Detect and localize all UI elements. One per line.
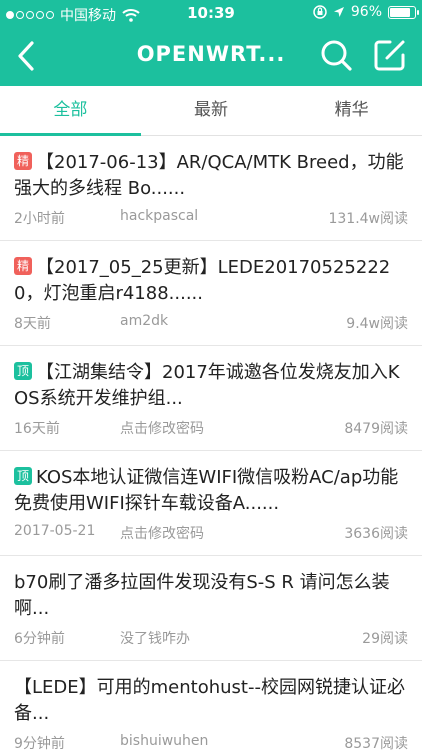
post-author: am2dk bbox=[120, 313, 169, 329]
post-author: 点击修改密码 bbox=[120, 526, 204, 542]
featured-badge: 精 bbox=[14, 257, 32, 275]
post-title-text: b70刷了潘多拉固件发现没有S-S R 请问怎么装啊... bbox=[14, 572, 390, 619]
post-time: 8天前 bbox=[14, 316, 51, 332]
compose-icon[interactable] bbox=[372, 37, 408, 73]
post-read-count: 9.4w阅读 bbox=[346, 316, 408, 332]
battery-percent: 96% bbox=[350, 4, 382, 20]
post-item[interactable]: b70刷了潘多拉固件发现没有S-S R 请问怎么装啊... 6分钟前 没了钱咋办… bbox=[0, 556, 422, 661]
post-item[interactable]: 精【2017_05_25更新】LEDE201705252220，灯泡重启r418… bbox=[0, 241, 422, 346]
post-title-text: 【江湖集结令】2017年诚邀各位发烧友加入KOS系统开发维护组... bbox=[14, 362, 400, 409]
post-time: 2017-05-21 bbox=[14, 523, 96, 539]
post-title[interactable]: 精【2017-06-13】AR/QCA/MTK Breed，功能强大的多线程 B… bbox=[14, 150, 408, 202]
pinned-badge: 顶 bbox=[14, 362, 32, 380]
tab-bar: 全部 最新 精华 bbox=[0, 86, 422, 136]
header: 中国移动 10:39 96% OPENWRT... bbox=[0, 0, 422, 86]
pinned-badge: 顶 bbox=[14, 467, 32, 485]
location-icon bbox=[333, 7, 344, 17]
post-time: 16天前 bbox=[14, 421, 60, 437]
featured-badge: 精 bbox=[14, 152, 32, 170]
status-bar: 中国移动 10:39 96% bbox=[0, 0, 422, 28]
post-read-count: 3636阅读 bbox=[344, 526, 408, 542]
post-title-text: 【LEDE】可用的mentohust--校园网锐捷认证必备... bbox=[14, 677, 405, 724]
post-time: 2小时前 bbox=[14, 211, 65, 227]
post-title-text: 【2017-06-13】AR/QCA/MTK Breed，功能强大的多线程 Bo… bbox=[14, 152, 404, 199]
post-title[interactable]: 精【2017_05_25更新】LEDE201705252220，灯泡重启r418… bbox=[14, 255, 408, 307]
page-title: OPENWRT... bbox=[136, 42, 286, 66]
post-title[interactable]: 顶【江湖集结令】2017年诚邀各位发烧友加入KOS系统开发维护组... bbox=[14, 360, 408, 412]
post-list: 精【2017-06-13】AR/QCA/MTK Breed，功能强大的多线程 B… bbox=[0, 136, 422, 750]
back-arrow-icon[interactable] bbox=[10, 38, 46, 74]
tab-all[interactable]: 全部 bbox=[0, 86, 141, 136]
post-title[interactable]: 【LEDE】可用的mentohust--校园网锐捷认证必备... bbox=[14, 675, 408, 727]
post-title-text: KOS本地认证微信连WIFI微信吸粉AC/ap功能免费使用WIFI探针车载设备A… bbox=[14, 467, 399, 514]
post-title[interactable]: b70刷了潘多拉固件发现没有S-S R 请问怎么装啊... bbox=[14, 570, 408, 622]
post-item[interactable]: 顶 KOS本地认证微信连WIFI微信吸粉AC/ap功能免费使用WIFI探针车载设备… bbox=[0, 451, 422, 556]
post-author: 点击修改密码 bbox=[120, 421, 204, 437]
post-read-count: 8537阅读 bbox=[344, 736, 408, 750]
post-read-count: 29阅读 bbox=[362, 631, 408, 647]
post-time: 9分钟前 bbox=[14, 736, 65, 750]
post-time: 6分钟前 bbox=[14, 631, 65, 647]
tab-latest[interactable]: 最新 bbox=[141, 86, 282, 135]
post-author: hackpascal bbox=[120, 208, 199, 224]
post-item[interactable]: 顶【江湖集结令】2017年诚邀各位发烧友加入KOS系统开发维护组... 16天前… bbox=[0, 346, 422, 451]
nav-bar: OPENWRT... bbox=[0, 28, 422, 86]
post-read-count: 131.4w阅读 bbox=[328, 211, 408, 227]
battery-icon bbox=[388, 5, 419, 19]
search-icon[interactable] bbox=[318, 37, 354, 73]
post-title[interactable]: 顶 KOS本地认证微信连WIFI微信吸粉AC/ap功能免费使用WIFI探针车载设备… bbox=[14, 465, 408, 517]
post-title-text: 【2017_05_25更新】LEDE201705252220，灯泡重启r4188… bbox=[14, 257, 391, 304]
orientation-lock-icon bbox=[313, 5, 327, 19]
post-read-count: 8479阅读 bbox=[344, 421, 408, 437]
post-item[interactable]: 【LEDE】可用的mentohust--校园网锐捷认证必备... 9分钟前 bi… bbox=[0, 661, 422, 750]
post-author: 没了钱咋办 bbox=[120, 631, 190, 647]
post-author: bishuiwuhen bbox=[120, 733, 209, 749]
post-item[interactable]: 精【2017-06-13】AR/QCA/MTK Breed，功能强大的多线程 B… bbox=[0, 136, 422, 241]
tab-featured[interactable]: 精华 bbox=[281, 86, 422, 135]
